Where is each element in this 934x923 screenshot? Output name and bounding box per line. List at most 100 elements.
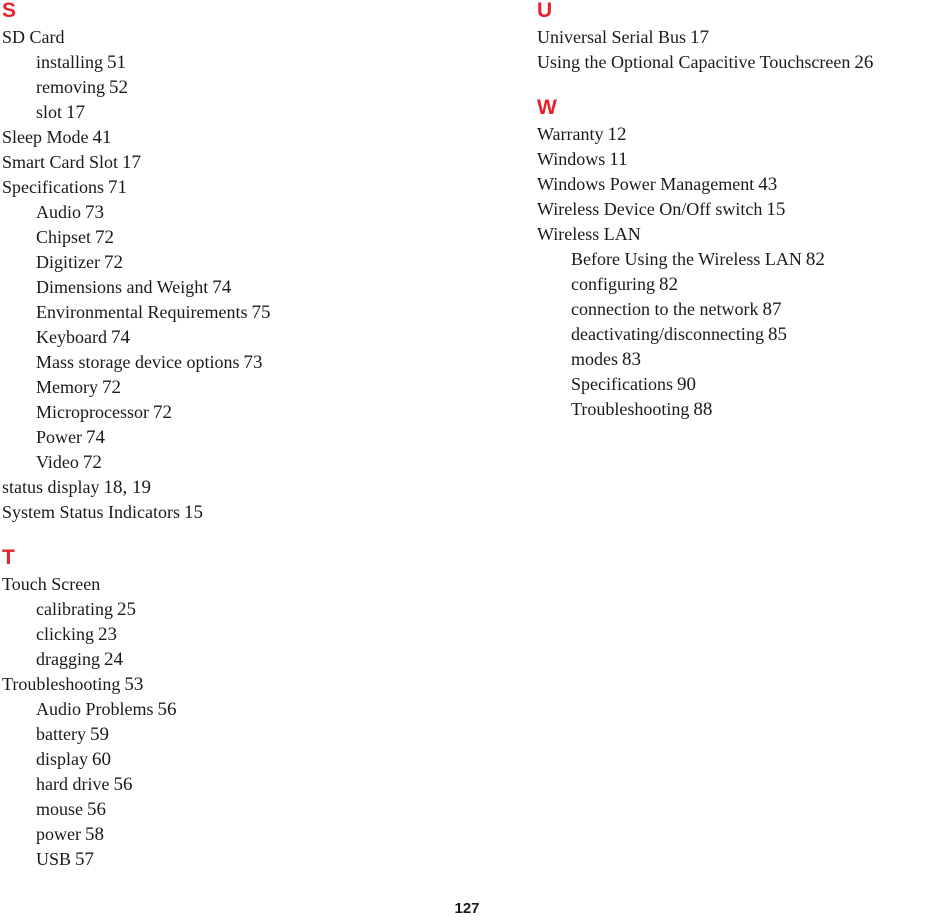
index-entry-page-numbers[interactable]: 51 <box>107 52 126 73</box>
index-entry[interactable]: USB 57 <box>2 847 472 872</box>
index-entry[interactable]: display 60 <box>2 747 472 772</box>
index-entry-page-numbers[interactable]: 15 <box>766 199 785 220</box>
index-entry-page-numbers[interactable]: 73 <box>243 352 262 373</box>
index-entry-page-numbers[interactable]: 17 <box>66 102 85 123</box>
index-entry[interactable]: installing 51 <box>2 50 472 75</box>
index-entry-page-numbers[interactable]: 24 <box>104 649 123 670</box>
index-entry[interactable]: removing 52 <box>2 75 472 100</box>
index-entry-page-numbers[interactable]: 60 <box>92 749 111 770</box>
index-entry-page-numbers[interactable]: 72 <box>104 252 123 273</box>
index-entry-page-numbers[interactable]: 82 <box>659 274 678 295</box>
index-entry[interactable]: clicking 23 <box>2 622 472 647</box>
index-entry-page-numbers[interactable]: 25 <box>117 599 136 620</box>
index-entry[interactable]: Troubleshooting 53 <box>2 672 472 697</box>
index-entry-page-numbers[interactable]: 18, 19 <box>104 477 152 498</box>
index-entry-page-numbers[interactable]: 56 <box>87 799 106 820</box>
index-entry[interactable]: Specifications 90 <box>537 372 934 397</box>
index-entry-label: dragging <box>36 649 100 669</box>
index-entry[interactable]: Touch Screen <box>2 572 472 597</box>
index-entry-page-numbers[interactable]: 52 <box>109 77 128 98</box>
index-entry[interactable]: Before Using the Wireless LAN 82 <box>537 247 934 272</box>
index-entry[interactable]: hard drive 56 <box>2 772 472 797</box>
index-entry[interactable]: Video 72 <box>2 450 472 475</box>
index-entry[interactable]: Digitizer 72 <box>2 250 472 275</box>
index-entry[interactable]: Chipset 72 <box>2 225 472 250</box>
index-entry-page-numbers[interactable]: 11 <box>609 149 627 170</box>
index-entry-page-numbers[interactable]: 73 <box>85 202 104 223</box>
index-entry[interactable]: Wireless Device On/Off switch 15 <box>537 197 934 222</box>
index-entry-page-numbers[interactable]: 72 <box>153 402 172 423</box>
index-entry[interactable]: Audio Problems 56 <box>2 697 472 722</box>
index-entry-page-numbers[interactable]: 59 <box>90 724 109 745</box>
index-entry-list: Universal Serial Bus 17 Using the Optional… <box>537 25 934 75</box>
index-entry-page-numbers[interactable]: 74 <box>86 427 105 448</box>
index-entry[interactable]: dragging 24 <box>2 647 472 672</box>
index-entry[interactable]: SD Card <box>2 25 472 50</box>
index-entry-page-numbers[interactable]: 23 <box>98 624 117 645</box>
index-entry-page-numbers[interactable]: 41 <box>92 127 111 148</box>
index-entry[interactable]: power 58 <box>2 822 472 847</box>
index-entry-label: Video <box>36 452 79 472</box>
index-entry-page-numbers[interactable]: 12 <box>608 124 627 145</box>
index-entry[interactable]: Warranty 12 <box>537 122 934 147</box>
index-entry[interactable]: deactivating/disconnecting 85 <box>537 322 934 347</box>
index-entry-page-numbers[interactable]: 57 <box>75 849 94 870</box>
index-entry[interactable]: calibrating 25 <box>2 597 472 622</box>
index-entry-page-numbers[interactable]: 56 <box>113 774 132 795</box>
index-entry-page-numbers[interactable]: 74 <box>212 277 231 298</box>
index-entry-label: Power <box>36 427 82 447</box>
index-entry-page-numbers[interactable]: 72 <box>102 377 121 398</box>
index-entry[interactable]: Sleep Mode 41 <box>2 125 472 150</box>
index-entry-page-numbers[interactable]: 85 <box>768 324 787 345</box>
index-entry[interactable]: Windows Power Management 43 <box>537 172 934 197</box>
index-entry-label: Using the Optional Capacitive Touchscree… <box>537 52 851 72</box>
index-entry[interactable]: Mass storage device options 73 <box>2 350 472 375</box>
index-entry[interactable]: Environmental Requirements 75 <box>2 300 472 325</box>
index-entry[interactable]: Microprocessor 72 <box>2 400 472 425</box>
index-entry[interactable]: Wireless LAN <box>537 222 934 247</box>
index-entry[interactable]: Windows 11 <box>537 147 934 172</box>
index-entry[interactable]: Universal Serial Bus 17 <box>537 25 934 50</box>
index-entry-label: removing <box>36 77 105 97</box>
index-entry-page-numbers[interactable]: 72 <box>95 227 114 248</box>
index-entry-list: Warranty 12 Windows 11 Windows Power Managem… <box>537 122 934 422</box>
index-entry-page-numbers[interactable]: 43 <box>758 174 777 195</box>
index-entry[interactable]: System Status Indicators 15 <box>2 500 472 525</box>
index-entry-label: calibrating <box>36 599 113 619</box>
index-entry-page-numbers[interactable]: 74 <box>111 327 130 348</box>
index-entry[interactable]: Dimensions and Weight 74 <box>2 275 472 300</box>
index-entry-page-numbers[interactable]: 53 <box>124 674 143 695</box>
index-entry-page-numbers[interactable]: 72 <box>83 452 102 473</box>
index-entry[interactable]: slot 17 <box>2 100 472 125</box>
index-entry[interactable]: Troubleshooting 88 <box>537 397 934 422</box>
index-entry[interactable]: Keyboard 74 <box>2 325 472 350</box>
index-entry-page-numbers[interactable]: 83 <box>622 349 641 370</box>
index-entry[interactable]: Memory 72 <box>2 375 472 400</box>
index-entry[interactable]: battery 59 <box>2 722 472 747</box>
index-entry-label: USB <box>36 849 72 869</box>
index-entry[interactable]: Specifications 71 <box>2 175 472 200</box>
index-entry-page-numbers[interactable]: 17 <box>122 152 141 173</box>
index-entry-label: clicking <box>36 624 94 644</box>
index-entry[interactable]: Using the Optional Capacitive Touchscree… <box>537 50 934 75</box>
index-entry-page-numbers[interactable]: 56 <box>158 699 177 720</box>
index-entry-page-numbers[interactable]: 90 <box>677 374 696 395</box>
index-entry[interactable]: Power 74 <box>2 425 472 450</box>
index-entry-page-numbers[interactable]: 26 <box>854 52 873 73</box>
index-entry[interactable]: mouse 56 <box>2 797 472 822</box>
index-entry-page-numbers[interactable]: 82 <box>806 249 825 270</box>
index-entry[interactable]: status display 18, 19 <box>2 475 472 500</box>
index-entry-page-numbers[interactable]: 87 <box>762 299 781 320</box>
index-entry-page-numbers[interactable]: 15 <box>184 502 203 523</box>
index-entry-page-numbers[interactable]: 17 <box>690 27 709 48</box>
index-entry[interactable]: modes 83 <box>537 347 934 372</box>
index-entry[interactable]: Smart Card Slot 17 <box>2 150 472 175</box>
index-entry[interactable]: connection to the network 87 <box>537 297 934 322</box>
index-entry-label: Wireless LAN <box>537 224 641 244</box>
index-entry-page-numbers[interactable]: 71 <box>108 177 127 198</box>
index-entry[interactable]: Audio 73 <box>2 200 472 225</box>
index-entry[interactable]: configuring 82 <box>537 272 934 297</box>
index-entry-page-numbers[interactable]: 58 <box>85 824 104 845</box>
index-entry-page-numbers[interactable]: 88 <box>693 399 712 420</box>
index-entry-page-numbers[interactable]: 75 <box>251 302 270 323</box>
